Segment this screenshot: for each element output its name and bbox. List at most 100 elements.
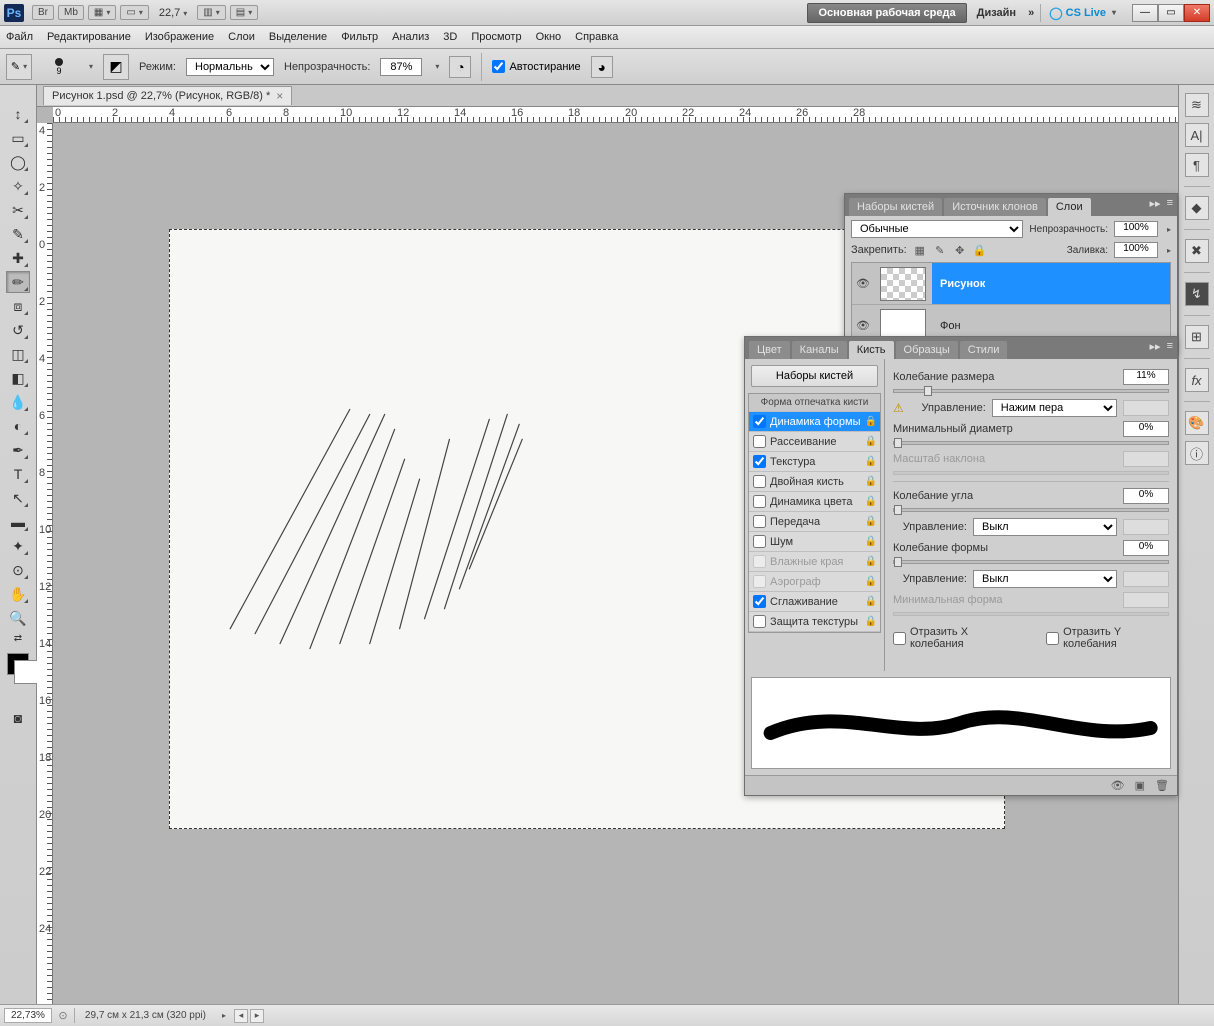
dock-icon-color[interactable]: ⊞ — [1185, 325, 1209, 349]
flip-y-checkbox[interactable]: Отразить Y колебания — [1046, 626, 1169, 650]
blend-mode-select[interactable]: Нормальный — [186, 58, 274, 76]
tab-layers[interactable]: Слои — [1048, 198, 1091, 216]
status-doc-size[interactable]: 29,7 см x 21,3 см (320 ppi) — [74, 1008, 216, 1023]
menu-view[interactable]: Просмотр — [471, 31, 521, 43]
size-jitter-slider[interactable] — [893, 389, 1169, 393]
lock-icon[interactable]: 🔒 — [865, 476, 877, 487]
zoom-tool[interactable]: 🔍 — [6, 607, 30, 629]
layer-row[interactable]: 👁 Рисунок — [852, 263, 1170, 305]
min-diameter-value[interactable]: 0% — [1123, 421, 1169, 437]
brush-option-row[interactable]: Влажные края🔒 — [749, 552, 880, 572]
3d-camera-tool[interactable]: ⊙ — [6, 559, 30, 581]
brush-option-checkbox[interactable] — [753, 535, 766, 548]
ruler-horizontal[interactable]: 0246810121416182022242628 — [53, 107, 1178, 123]
brush-option-row[interactable]: Динамика формы🔒 — [749, 412, 880, 432]
dock-icon-brush[interactable]: ↯ — [1185, 282, 1209, 306]
wand-tool[interactable]: ✧ — [6, 175, 30, 197]
zoom-display[interactable]: 22,7▾ — [159, 7, 187, 19]
lock-position-icon[interactable]: ✥ — [953, 244, 967, 257]
size-control-select[interactable]: Нажим пера — [992, 399, 1117, 417]
dock-icon-swatches[interactable]: 🎨 — [1185, 411, 1209, 435]
panel-collapse-icon[interactable]: ▸▸ — [1150, 340, 1161, 353]
brush-option-checkbox[interactable] — [753, 575, 766, 588]
swap-colors-icon[interactable]: ⇄ — [6, 631, 30, 645]
brush-option-row[interactable]: Сглаживание🔒 — [749, 592, 880, 612]
marquee-tool[interactable]: ▭ — [6, 127, 30, 149]
lock-transparency-icon[interactable]: ▦ — [913, 244, 927, 257]
flip-x-checkbox[interactable]: Отразить X колебания — [893, 626, 1016, 650]
bridge-chip[interactable]: Br — [32, 5, 54, 20]
dodge-tool[interactable]: ◐ — [6, 415, 30, 437]
brush-option-checkbox[interactable] — [753, 515, 766, 528]
maximize-button[interactable]: ▭ — [1158, 4, 1184, 22]
lasso-tool[interactable]: ◯ — [6, 151, 30, 173]
blur-tool[interactable]: 💧 — [6, 391, 30, 413]
menu-layers[interactable]: Слои — [228, 31, 255, 43]
auto-erase-checkbox[interactable]: Автостирание — [492, 60, 580, 73]
minimize-button[interactable]: — — [1132, 4, 1158, 22]
color-swatch[interactable] — [7, 653, 29, 675]
workspace-main-button[interactable]: Основная рабочая среда — [807, 3, 966, 23]
minibridge-chip[interactable]: Mb — [58, 5, 84, 20]
healing-tool[interactable]: ✚ — [6, 247, 30, 269]
pressure-size-icon[interactable]: ◕ — [591, 56, 613, 78]
hand-tool[interactable]: ✋ — [6, 583, 30, 605]
brush-panel-toggle-icon[interactable]: ◩ — [103, 54, 129, 80]
lock-icon[interactable]: 🔒 — [865, 436, 877, 447]
min-diameter-slider[interactable] — [893, 441, 1169, 445]
crop-tool[interactable]: ✂ — [6, 199, 30, 221]
brush-option-checkbox[interactable] — [753, 475, 766, 488]
visibility-icon[interactable]: 👁 — [852, 277, 874, 290]
pen-tool[interactable]: ✒ — [6, 439, 30, 461]
angle-jitter-value[interactable]: 0% — [1123, 488, 1169, 504]
lock-icon[interactable]: 🔒 — [865, 416, 877, 427]
menu-3d[interactable]: 3D — [443, 31, 457, 43]
layer-thumb[interactable] — [880, 267, 926, 301]
current-tool-icon[interactable]: ✎▾ — [6, 54, 32, 80]
pencil-tool[interactable]: ✏ — [6, 271, 30, 293]
round-jitter-value[interactable]: 0% — [1123, 540, 1169, 556]
menu-filter[interactable]: Фильтр — [341, 31, 378, 43]
workspace-more[interactable]: » — [1028, 7, 1034, 19]
brush-option-checkbox[interactable] — [753, 595, 766, 608]
extras-icon[interactable]: ▥▾ — [197, 5, 225, 20]
brush-option-row[interactable]: Двойная кисть🔒 — [749, 472, 880, 492]
path-select-tool[interactable]: ↖ — [6, 487, 30, 509]
brush-option-row[interactable]: Шум🔒 — [749, 532, 880, 552]
brush-option-checkbox[interactable] — [753, 455, 766, 468]
tab-clone-source[interactable]: Источник клонов — [944, 198, 1046, 216]
brush-option-checkbox[interactable] — [753, 415, 766, 428]
round-control-select[interactable]: Выкл — [973, 570, 1117, 588]
3d-tool[interactable]: ✦ — [6, 535, 30, 557]
scroll-right-icon[interactable]: ▸ — [250, 1009, 264, 1023]
panel-menu-icon[interactable]: ≡ — [1167, 197, 1173, 210]
tab-styles[interactable]: Стили — [960, 341, 1008, 359]
tab-swatches[interactable]: Образцы — [896, 341, 958, 359]
menu-image[interactable]: Изображение — [145, 31, 214, 43]
lock-icon[interactable]: 🔒 — [865, 496, 877, 507]
history-brush-tool[interactable]: ↺ — [6, 319, 30, 341]
status-info-menu[interactable]: ▸ — [222, 1011, 226, 1020]
layer-opacity-input[interactable]: 100% — [1114, 221, 1158, 237]
angle-jitter-slider[interactable] — [893, 508, 1169, 512]
tab-brush-presets[interactable]: Наборы кистей — [849, 198, 942, 216]
lock-icon[interactable]: 🔒 — [865, 596, 877, 607]
brush-option-row[interactable]: Текстура🔒 — [749, 452, 880, 472]
dock-icon-paragraph[interactable]: ¶ — [1185, 153, 1209, 177]
menu-select[interactable]: Выделение — [269, 31, 327, 43]
panel-collapse-icon[interactable]: ▸▸ — [1150, 197, 1161, 210]
brush-presets-button[interactable]: Наборы кистей — [751, 365, 878, 387]
brush-option-checkbox[interactable] — [753, 435, 766, 448]
dock-icon-layers[interactable]: ◆ — [1185, 196, 1209, 220]
document-tab[interactable]: Рисунок 1.psd @ 22,7% (Рисунок, RGB/8) *… — [43, 86, 292, 105]
panel-menu-icon[interactable]: ≡ — [1167, 340, 1173, 353]
size-jitter-value[interactable]: 11% — [1123, 369, 1169, 385]
tab-brush[interactable]: Кисть — [849, 341, 894, 359]
brush-option-row[interactable]: Рассеивание🔒 — [749, 432, 880, 452]
layer-fill-input[interactable]: 100% — [1114, 242, 1158, 258]
lock-icon[interactable]: 🔒 — [865, 456, 877, 467]
close-tab-icon[interactable]: × — [276, 89, 283, 103]
eraser-tool[interactable]: ◫ — [6, 343, 30, 365]
arrange-docs-icon[interactable]: ▦▾ — [88, 5, 116, 20]
dock-icon-histogram[interactable]: ≋ — [1185, 93, 1209, 117]
